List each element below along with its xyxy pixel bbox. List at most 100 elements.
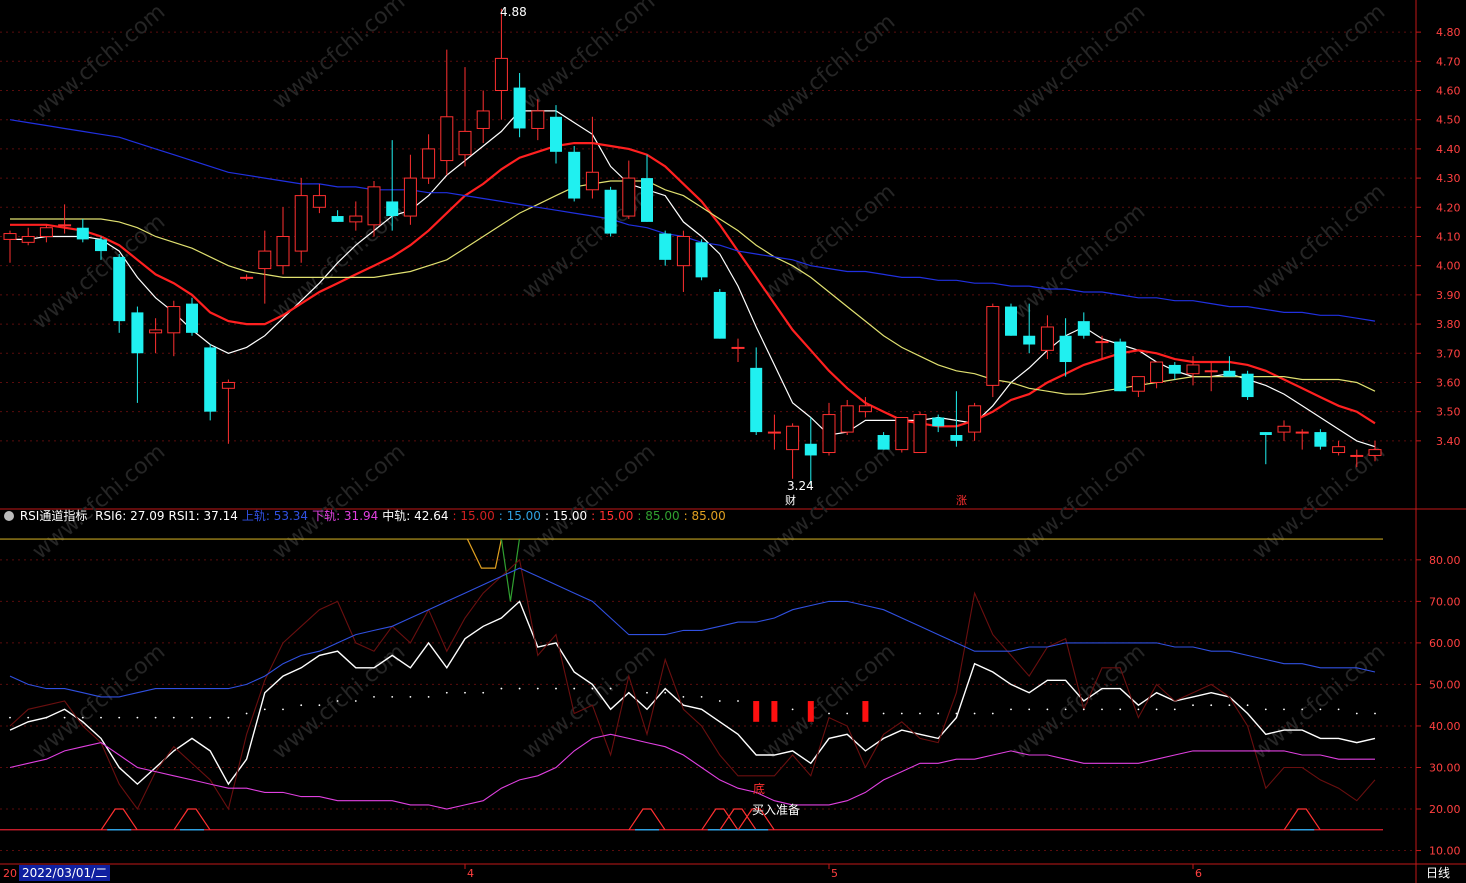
candle <box>1077 312 1090 339</box>
rsi-tick-label: 60.00 <box>1429 637 1461 650</box>
price-tick-label: 4.80 <box>1436 26 1461 39</box>
candle <box>312 183 326 214</box>
candle <box>149 318 163 354</box>
rsi-mid-dot <box>464 691 466 694</box>
watermark-text: www.cfchi.com <box>1008 639 1150 764</box>
rsi-mid-dot <box>191 716 193 719</box>
candle-body <box>1295 431 1309 434</box>
price-tick-label: 3.90 <box>1436 289 1461 302</box>
rsi-signal-mark <box>628 808 666 831</box>
candle <box>113 254 126 333</box>
low-price-label: 3.24 <box>787 479 814 493</box>
rsi-axis: 80.00 70.00 60.00 50.00 40.00 30.00 20.00 10.00 <box>1416 554 1461 858</box>
candle <box>403 154 417 225</box>
rsi-mid-dot <box>1264 708 1267 711</box>
candle <box>786 423 800 479</box>
rsi-mid-dot <box>318 704 321 707</box>
candle <box>422 134 436 184</box>
candle <box>186 297 198 336</box>
candle-body <box>240 276 254 279</box>
candle-body <box>131 312 144 354</box>
candle <box>3 230 17 263</box>
rsi-mid-dot <box>1155 708 1158 711</box>
x-axis-labels: 20 4 5 6 <box>3 864 1202 880</box>
candle <box>221 379 235 444</box>
candle-body <box>1005 306 1017 336</box>
rsi-line <box>9 567 1376 698</box>
rsi-mid-dot <box>627 691 630 694</box>
watermark-text: www.cfchi.com <box>28 0 170 125</box>
rsi-settings-icon[interactable] <box>4 511 14 521</box>
candle <box>1277 420 1291 441</box>
candlestick-layer[interactable] <box>3 8 1382 485</box>
watermark-text: www.cfchi.com <box>758 439 900 564</box>
candle <box>1168 362 1181 380</box>
candle-body <box>1332 446 1346 454</box>
watermark-text: www.cfchi.com <box>758 639 900 764</box>
rsi-mid-dot <box>118 716 121 719</box>
rsi-mid-dot <box>391 695 394 698</box>
rsi-mid-dot <box>500 687 503 690</box>
watermark-text: www.cfchi.com <box>28 439 170 564</box>
rsi-mid-dot <box>263 708 266 711</box>
rsi-mid-dot <box>209 716 212 719</box>
rsi-mid-dot <box>536 687 539 690</box>
candle-body <box>258 250 272 270</box>
watermark-text: www.cfchi.com <box>28 639 170 764</box>
candle <box>968 402 982 441</box>
rsi-mid-dot <box>45 716 48 719</box>
candle-body <box>913 414 927 454</box>
price-tick-label: 3.70 <box>1436 347 1461 360</box>
rsi-mid-dot <box>900 712 903 715</box>
price-tick-label: 4.60 <box>1436 85 1461 98</box>
candle <box>1059 318 1072 377</box>
x-label: 5 <box>831 867 838 880</box>
candle-body <box>494 57 508 92</box>
candle-body <box>367 186 381 226</box>
rsi-mid-dot <box>955 712 958 715</box>
candle <box>204 344 217 421</box>
period-label[interactable]: 日线 <box>1426 865 1450 881</box>
candle-body <box>585 171 599 191</box>
rsi-mid-dot <box>1101 708 1103 711</box>
candle-body <box>1314 432 1327 447</box>
candle <box>1332 440 1346 456</box>
candle-body <box>513 87 526 129</box>
rsi-mid-dot <box>828 712 830 715</box>
candle-body <box>568 151 581 199</box>
rsi-mid-dot <box>573 687 576 690</box>
watermark-text: www.cfchi.com <box>268 439 410 564</box>
rsi-mid-dot <box>1192 704 1194 707</box>
rsi-mid-dot <box>882 712 885 715</box>
candle-body <box>1368 449 1382 456</box>
candle <box>1005 303 1017 336</box>
rsi-mid-dot <box>245 712 248 715</box>
watermark-text: www.cfchi.com <box>1008 0 1150 125</box>
rsi-signal-mark <box>100 808 138 831</box>
rsi-mid-dot <box>591 687 594 690</box>
candle <box>986 303 1000 398</box>
rsi-mid-dot <box>1355 712 1358 715</box>
price-tick-label: 4.20 <box>1436 201 1461 214</box>
rsi-mid-dot <box>100 716 102 719</box>
price-tick-label: 3.40 <box>1436 435 1461 448</box>
rsi-mid-dot <box>791 708 794 711</box>
x-label: 4 <box>467 867 474 880</box>
rsi-upper-mark <box>500 538 520 602</box>
marker-zhang: 涨 <box>956 494 967 507</box>
rsi-mid-dot <box>1173 708 1176 711</box>
rsi-legend-item: : 15.00 <box>544 509 588 523</box>
rsi-mid-dot <box>409 695 412 698</box>
candle <box>676 230 690 292</box>
rsi-mid-dot <box>63 716 66 719</box>
candle-body <box>1204 370 1218 373</box>
candle-body <box>659 233 672 260</box>
candle-body <box>822 414 836 454</box>
rsi-indicator-name[interactable]: RSI通道指标 <box>20 509 88 523</box>
rsi-legend-item: : 85.00 <box>683 509 726 523</box>
rsi-mid-dot <box>919 712 921 715</box>
candle <box>76 218 89 243</box>
rsi-mid-dot <box>700 695 703 698</box>
rsi-legend-item: RSI1: 37.14 <box>168 509 238 523</box>
candle <box>840 399 854 436</box>
